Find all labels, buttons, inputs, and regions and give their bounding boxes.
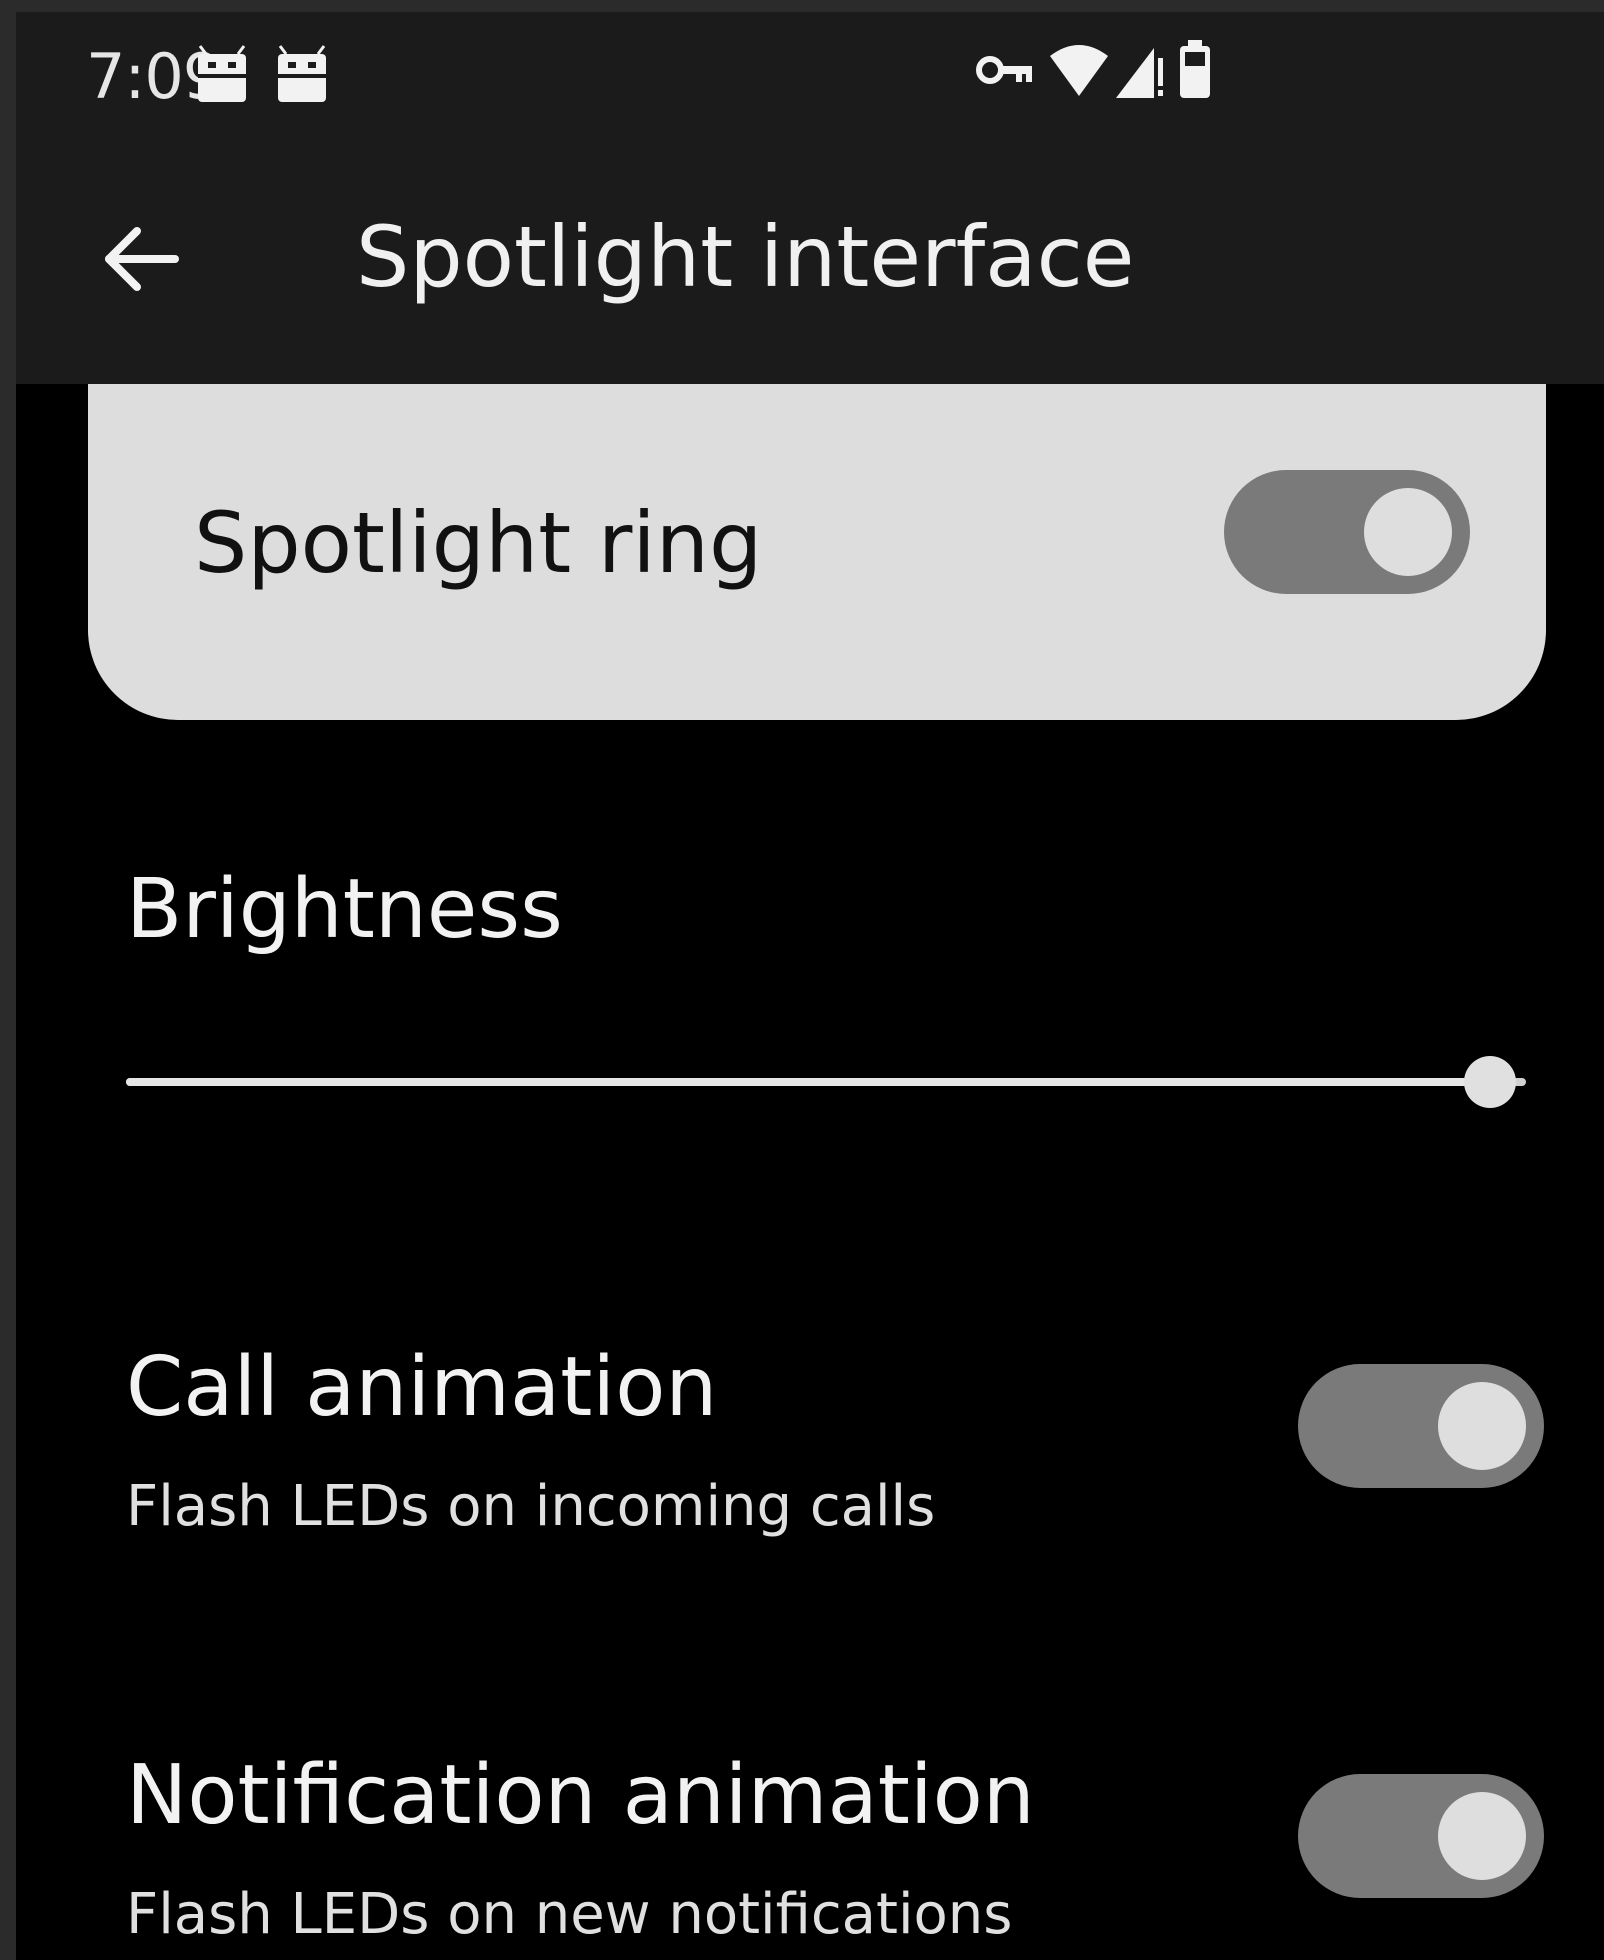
brightness-label: Brightness — [126, 862, 563, 957]
notification-animation-summary: Flash LEDs on new notifications — [126, 1882, 1013, 1947]
android-notification-icon — [278, 45, 326, 102]
notification-animation-toggle[interactable] — [1298, 1774, 1544, 1898]
toggle-knob — [1438, 1792, 1526, 1880]
android-notification-icon — [198, 45, 246, 102]
cellular-signal-icon — [1116, 48, 1163, 98]
toggle-knob — [1438, 1382, 1526, 1470]
slider-fill — [126, 1078, 1490, 1086]
toggle-knob — [1364, 488, 1452, 576]
slider-thumb[interactable] — [1464, 1056, 1516, 1108]
back-button[interactable] — [96, 214, 186, 304]
spotlight-ring-toggle[interactable] — [1224, 470, 1470, 594]
brightness-slider[interactable] — [126, 1052, 1526, 1112]
call-animation-toggle[interactable] — [1298, 1364, 1544, 1488]
notification-animation-title: Notification animation — [126, 1748, 1035, 1843]
vpn-key-icon — [976, 56, 1032, 84]
call-animation-title: Call animation — [126, 1340, 718, 1435]
page-title: Spotlight interface — [356, 208, 1135, 306]
call-animation-summary: Flash LEDs on incoming calls — [126, 1474, 936, 1539]
main-switch-label: Spotlight ring — [194, 494, 763, 592]
arrow-back-icon — [105, 227, 179, 291]
app-bar: Spotlight interface — [16, 142, 1604, 384]
main-switch-card[interactable]: Spotlight ring — [88, 384, 1546, 720]
battery-icon — [1180, 40, 1210, 98]
device-screen: 7:09 Spotlight interface Spotlight ring … — [16, 12, 1604, 1960]
status-bar: 7:09 — [16, 12, 1604, 142]
wifi-icon — [1050, 45, 1108, 96]
